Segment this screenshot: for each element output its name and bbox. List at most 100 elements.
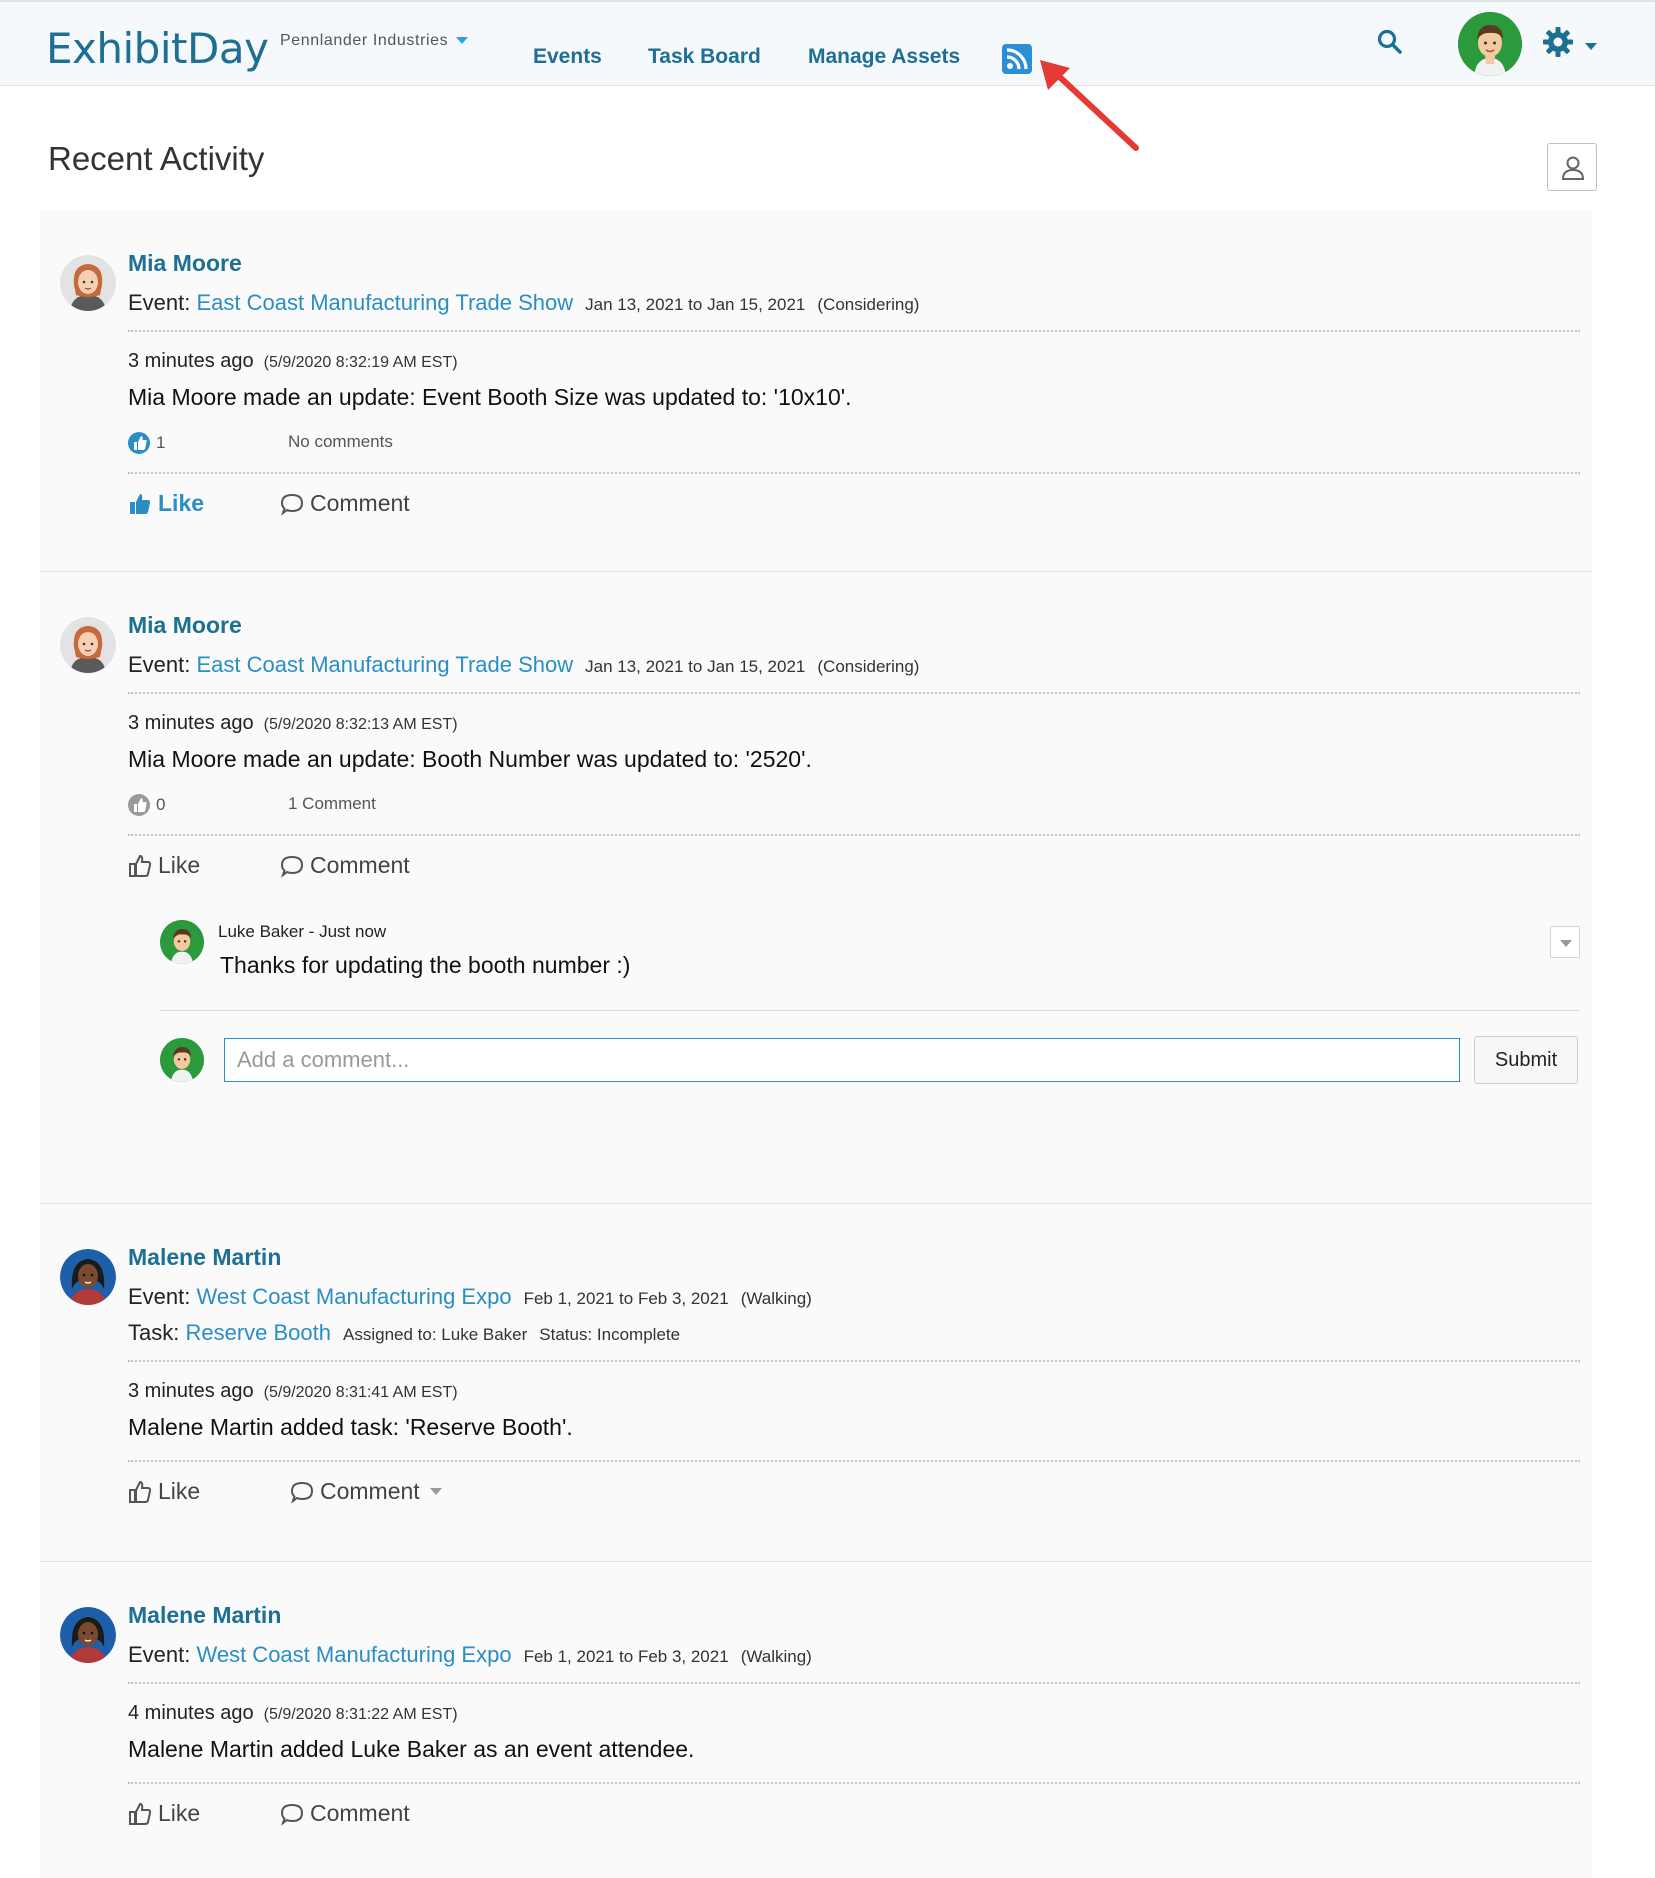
current-user-avatar[interactable] — [1458, 12, 1522, 76]
avatar — [160, 1038, 204, 1082]
divider — [128, 472, 1580, 474]
post-author-name[interactable]: Malene Martin — [128, 1244, 281, 1271]
post-actions: Like Comment — [128, 1478, 442, 1510]
post-time: 3 minutes ago (5/9/2020 8:32:19 AM EST) — [128, 350, 458, 373]
post-message: Mia Moore made an update: Booth Number w… — [128, 746, 812, 772]
post-counts: 0 1 Comment — [128, 794, 376, 816]
nav-task-board[interactable]: Task Board — [648, 45, 761, 69]
like-button[interactable]: Like — [128, 490, 204, 517]
like-button[interactable]: Like — [128, 1478, 200, 1505]
like-count-icon — [128, 794, 150, 816]
comment-time: - Just now — [304, 922, 387, 941]
post-message: Malene Martin added Luke Baker as an eve… — [128, 1736, 695, 1762]
chevron-down-icon — [456, 37, 469, 45]
avatar[interactable] — [160, 920, 204, 964]
event-status: (Walking) — [740, 1289, 812, 1308]
chevron-down-icon — [429, 1488, 442, 1495]
post-actions: Like Comment — [128, 1800, 410, 1832]
user-filter-button[interactable] — [1547, 143, 1597, 191]
thumbs-up-icon — [129, 1802, 152, 1825]
search-icon[interactable] — [1376, 28, 1404, 61]
like-label: Like — [158, 1800, 201, 1826]
like-count: 0 — [156, 795, 166, 814]
comment-button[interactable]: Comment — [280, 490, 410, 517]
logo-text-exhibit: Exhibit — [46, 24, 187, 73]
absolute-timestamp: (5/9/2020 8:31:22 AM EST) — [263, 1706, 458, 1723]
relative-time: 3 minutes ago — [128, 350, 254, 372]
exhibitday-logo[interactable]: ExhibitDay — [46, 24, 269, 73]
comment-label: Comment — [310, 490, 410, 516]
like-label: Like — [158, 1478, 201, 1504]
annotation-arrow-icon — [1040, 60, 1139, 151]
comment-label: Comment — [310, 1800, 410, 1826]
event-link[interactable]: West Coast Manufacturing Expo — [196, 1284, 511, 1309]
comment-label: Comment — [320, 1478, 420, 1504]
nav-events[interactable]: Events — [533, 45, 602, 69]
like-button[interactable]: Like — [128, 1800, 200, 1827]
thumbs-up-icon — [129, 1480, 152, 1503]
post-author-name[interactable]: Mia Moore — [128, 612, 242, 639]
avatar[interactable] — [60, 1249, 116, 1305]
post-author-name[interactable]: Malene Martin — [128, 1602, 281, 1629]
divider — [128, 1782, 1580, 1784]
comment-text: Thanks for updating the booth number :) — [220, 952, 631, 978]
post-time: 4 minutes ago (5/9/2020 8:31:22 AM EST) — [128, 1702, 458, 1725]
user-icon — [1561, 156, 1585, 180]
comment-author-line: Luke Baker - Just now — [218, 922, 386, 942]
event-status: (Considering) — [817, 295, 920, 314]
company-switcher[interactable]: Pennlander Industries — [280, 32, 469, 50]
comment-author[interactable]: Luke Baker — [218, 922, 304, 941]
speech-bubble-icon — [280, 493, 304, 516]
like-count-icon — [128, 432, 150, 454]
relative-time: 3 minutes ago — [128, 712, 254, 734]
event-label: Event: — [128, 1284, 197, 1309]
event-dates: Jan 13, 2021 to Jan 15, 2021 — [585, 657, 806, 676]
task-status: Status: Incomplete — [539, 1325, 681, 1344]
post-task-line: Task: Reserve Booth Assigned to: Luke Bak… — [128, 1320, 680, 1346]
event-link[interactable]: East Coast Manufacturing Trade Show — [196, 652, 573, 677]
post-author-name[interactable]: Mia Moore — [128, 250, 242, 277]
event-label: Event: — [128, 1642, 197, 1667]
rss-feed-icon[interactable] — [1002, 44, 1032, 74]
event-dates: Feb 1, 2021 to Feb 3, 2021 — [523, 1289, 729, 1308]
divider — [128, 834, 1580, 836]
comment-button[interactable]: Comment — [290, 1478, 442, 1505]
avatar[interactable] — [60, 255, 116, 311]
avatar[interactable] — [60, 617, 116, 673]
comment-button[interactable]: Comment — [280, 852, 410, 879]
nav-manage-assets[interactable]: Manage Assets — [808, 45, 960, 69]
chevron-down-icon[interactable] — [1585, 43, 1597, 50]
post-actions: Like Comment — [128, 490, 410, 522]
comment-input[interactable] — [224, 1038, 1460, 1082]
avatar[interactable] — [60, 1607, 116, 1663]
task-link[interactable]: Reserve Booth — [185, 1320, 331, 1345]
event-link[interactable]: East Coast Manufacturing Trade Show — [196, 290, 573, 315]
post-counts: 1 No comments — [128, 432, 393, 454]
post-time: 3 minutes ago (5/9/2020 8:31:41 AM EST) — [128, 1380, 458, 1403]
gear-icon[interactable] — [1542, 26, 1574, 63]
relative-time: 3 minutes ago — [128, 1380, 254, 1402]
speech-bubble-icon — [280, 855, 304, 878]
divider — [128, 692, 1580, 694]
like-count: 1 — [156, 433, 166, 452]
like-button[interactable]: Like — [128, 852, 200, 879]
comment-count[interactable]: No comments — [288, 432, 393, 452]
comment-item: Luke Baker - Just now Thanks for updatin… — [160, 920, 1580, 980]
page-title: Recent Activity — [48, 140, 265, 177]
speech-bubble-icon — [290, 1481, 314, 1504]
comment-label: Comment — [310, 852, 410, 878]
logo-text-day: Day — [186, 24, 269, 73]
event-label: Event: — [128, 290, 197, 315]
event-status: (Considering) — [817, 657, 920, 676]
submit-comment-button[interactable]: Submit — [1474, 1036, 1578, 1084]
activity-post: Mia Moore Event: East Coast Manufacturin… — [40, 210, 1592, 572]
comment-options-dropdown[interactable] — [1550, 926, 1580, 958]
event-dates: Jan 13, 2021 to Jan 15, 2021 — [585, 295, 806, 314]
comment-button[interactable]: Comment — [280, 1800, 410, 1827]
event-link[interactable]: West Coast Manufacturing Expo — [196, 1642, 511, 1667]
post-event-line: Event: West Coast Manufacturing Expo Feb … — [128, 1642, 812, 1668]
comment-count[interactable]: 1 Comment — [288, 794, 376, 814]
divider — [160, 1010, 1580, 1011]
divider — [128, 1682, 1580, 1684]
post-message: Malene Martin added task: 'Reserve Booth… — [128, 1414, 573, 1440]
